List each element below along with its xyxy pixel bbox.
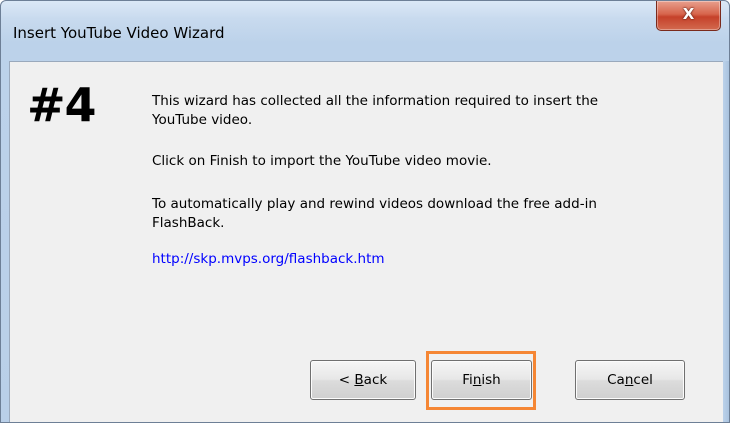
back-label-mnemonic: B (354, 372, 364, 388)
finish-instruction-text: Click on Finish to import the YouTube vi… (152, 153, 492, 169)
back-button[interactable]: < Back (310, 360, 416, 400)
finish-label-suffix: ish (481, 372, 501, 388)
flashback-link[interactable]: http://skp.mvps.org/flashback.htm (152, 251, 385, 267)
window-title: Insert YouTube Video Wizard (13, 24, 225, 42)
summary-text: This wizard has collected all the inform… (152, 93, 599, 128)
flashback-info-text: To automatically play and rewind videos … (152, 196, 597, 231)
title-bar[interactable]: Insert YouTube Video Wizard X (1, 1, 729, 61)
back-label-prefix: < (338, 372, 355, 388)
finish-button[interactable]: Finish (431, 360, 532, 400)
window-frame-edge (723, 61, 729, 422)
close-icon: X (682, 5, 695, 23)
step-number: #4 (27, 78, 97, 132)
cancel-button[interactable]: Cancel (575, 360, 685, 400)
cancel-label-prefix: Ca (607, 372, 625, 388)
close-button[interactable]: X (656, 1, 721, 31)
wizard-body: #4 This wizard has collected all the inf… (9, 61, 724, 422)
cancel-label-suffix: cel (633, 372, 653, 388)
wizard-window: Insert YouTube Video Wizard X #4 This wi… (0, 0, 730, 423)
back-label-suffix: ack (363, 372, 388, 388)
finish-label-prefix: Fi (462, 372, 473, 388)
